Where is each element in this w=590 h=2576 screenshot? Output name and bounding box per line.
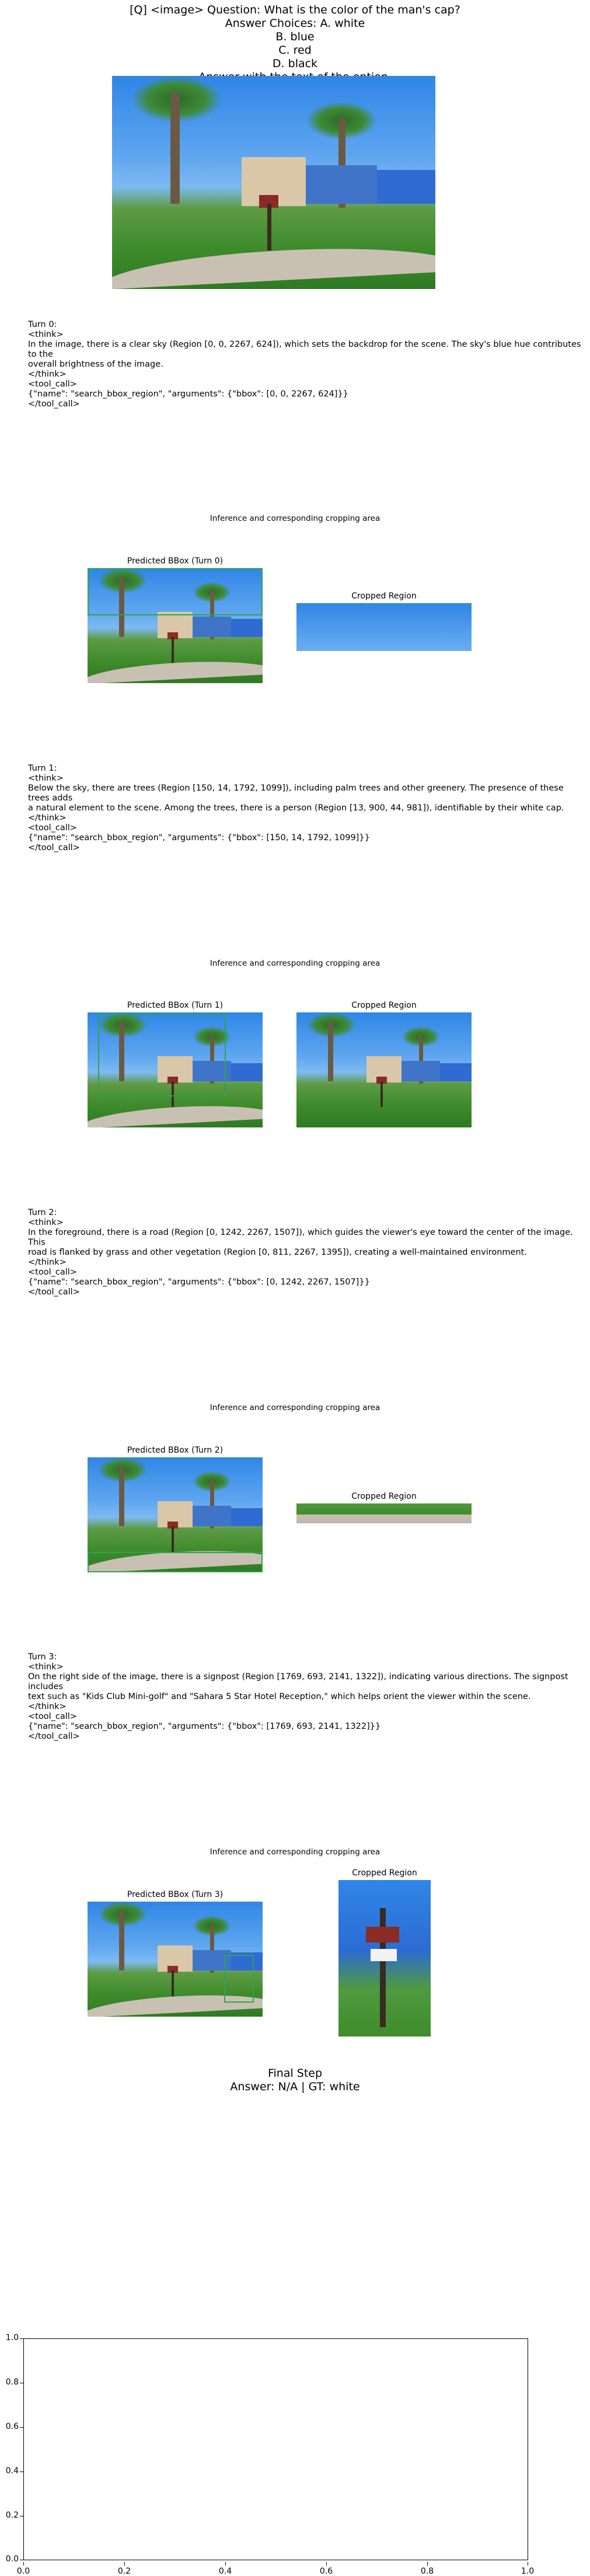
turn-2-pred-title: Predicted BBox (Turn 2) <box>127 1446 224 1455</box>
turn-2-text: Turn 2: <think> In the foreground, there… <box>28 1208 573 1297</box>
turn-3-crop-image <box>338 1880 431 2037</box>
turn-1-bbox <box>98 1013 226 1096</box>
choice-c: C. red <box>278 44 312 57</box>
turn-3-pred-title: Predicted BBox (Turn 3) <box>127 1890 224 1899</box>
turn-1-pred-title: Predicted BBox (Turn 1) <box>127 1001 224 1010</box>
x-tick-label: 0.8 <box>420 2567 434 2576</box>
turn-1-text: Turn 1: <think> Below the sky, there are… <box>28 764 564 852</box>
x-tick-label: 1.0 <box>521 2567 535 2576</box>
choice-d: D. black <box>272 57 318 70</box>
x-tick <box>427 2562 428 2565</box>
turn-3-bbox <box>224 1954 254 2003</box>
turn-3-text: Turn 3: <think> On the right side of the… <box>28 1652 568 1741</box>
main-image <box>112 76 435 289</box>
x-tick <box>326 2562 327 2565</box>
x-tick-label: 0.2 <box>117 2567 131 2576</box>
final-answer: Answer: N/A | GT: white <box>230 2080 360 2093</box>
turn-3-section-title: Inference and corresponding cropping are… <box>210 1847 380 1857</box>
x-tick <box>23 2562 24 2565</box>
y-tick-label: 0.4 <box>5 2466 19 2476</box>
y-tick-label: 0.2 <box>5 2511 19 2520</box>
y-tick <box>20 2338 23 2339</box>
turn-0-pred-title: Predicted BBox (Turn 0) <box>127 556 224 566</box>
x-tick-label: 0.6 <box>319 2567 333 2576</box>
y-tick <box>20 2471 23 2472</box>
answer-choices-title: Answer Choices: A. white <box>225 17 365 30</box>
y-tick-label: 0.0 <box>5 2554 19 2564</box>
x-tick-label: 0.4 <box>218 2567 232 2576</box>
turn-2-crop-title: Cropped Region <box>351 1492 417 1501</box>
y-tick-label: 0.6 <box>5 2422 19 2431</box>
final-step-title: Final Step <box>267 2067 323 2080</box>
y-tick-label: 1.0 <box>5 2333 19 2342</box>
turn-1-crop-image <box>296 1012 472 1127</box>
turn-2-pred-image <box>88 1457 263 1572</box>
turn-1-pred-image <box>88 1012 263 1127</box>
x-tick <box>225 2562 226 2565</box>
choice-b: B. blue <box>275 30 315 43</box>
turn-3-crop-title: Cropped Region <box>352 1868 417 1878</box>
turn-1-crop-title: Cropped Region <box>351 1001 417 1010</box>
turn-1-section-title: Inference and corresponding cropping are… <box>210 959 380 968</box>
x-tick-label: 0.0 <box>16 2567 30 2576</box>
turn-2-bbox <box>88 1551 263 1572</box>
turn-2-crop-image <box>296 1503 472 1523</box>
turn-0-text: Turn 0: <think> In the image, there is a… <box>28 320 581 409</box>
question-line: [Q] <image> Question: What is the color … <box>130 4 460 16</box>
turn-0-section-title: Inference and corresponding cropping are… <box>210 514 380 523</box>
y-tick <box>20 2427 23 2428</box>
turn-2-section-title: Inference and corresponding cropping are… <box>210 1403 380 1412</box>
y-tick-label: 0.8 <box>5 2377 19 2387</box>
turn-0-crop-image <box>296 603 472 651</box>
turn-0-crop-title: Cropped Region <box>351 591 417 601</box>
turn-0-pred-image <box>88 568 263 683</box>
empty-plot-axes <box>23 2338 528 2560</box>
turn-3-pred-image <box>88 1902 263 2017</box>
turn-0-bbox <box>88 568 263 615</box>
x-tick <box>124 2562 125 2565</box>
